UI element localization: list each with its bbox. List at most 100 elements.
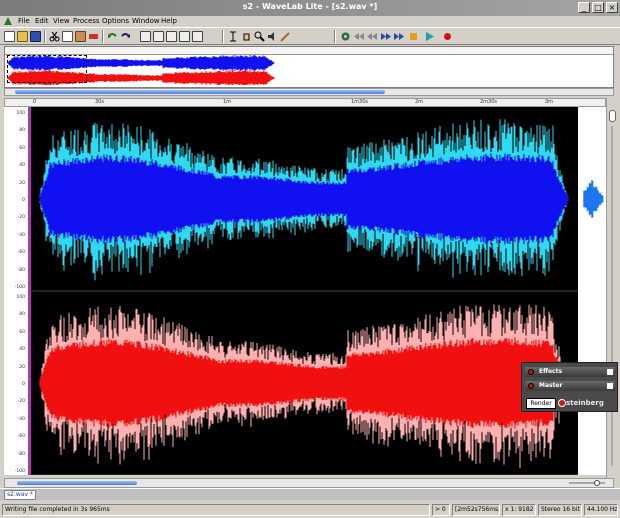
amplitude-label: -60 <box>17 434 25 440</box>
zoom-slider-icon[interactable] <box>567 480 607 486</box>
record-icon[interactable] <box>442 31 453 42</box>
amplitude-label: -80 <box>17 451 25 457</box>
amplitude-label: -20 <box>17 399 25 405</box>
audio-format: Stereo 16 bit <box>538 504 582 516</box>
master-power-icon[interactable] <box>528 383 534 389</box>
waveform-tail-panel <box>578 107 606 475</box>
marker-icon[interactable] <box>140 31 151 42</box>
overview-panel[interactable] <box>4 46 614 88</box>
ruler-label: 1m30s <box>351 99 369 105</box>
effects-power-icon[interactable] <box>528 369 534 375</box>
horizontal-scrollbar[interactable] <box>4 478 614 488</box>
waveform-canvas[interactable] <box>29 107 578 476</box>
gear-icon[interactable] <box>340 31 351 42</box>
rewind-icon[interactable] <box>367 31 378 42</box>
trim-icon[interactable] <box>88 31 99 42</box>
steinberg-logo-icon <box>558 399 566 407</box>
menu-options[interactable]: Options <box>102 17 129 25</box>
ruler-label: 1m <box>223 99 232 105</box>
amplitude-label: -60 <box>17 250 25 256</box>
waveform-view[interactable] <box>29 107 578 476</box>
vertical-scrollbar[interactable] <box>606 98 618 478</box>
left-channel-waveform[interactable] <box>29 119 578 292</box>
redo-icon[interactable] <box>120 31 131 42</box>
ruler-label: 2m30s <box>480 99 498 105</box>
overview-selection[interactable] <box>7 55 87 83</box>
overview-scrollbar[interactable] <box>4 88 614 96</box>
menu-window[interactable]: Window <box>132 17 160 25</box>
amplitude-label: -100 <box>14 285 25 290</box>
tab-s2-wav[interactable]: s2.wav * <box>4 490 36 500</box>
amplitude-label: 60 <box>19 145 25 151</box>
save-icon[interactable] <box>30 31 41 42</box>
crossfade-icon[interactable] <box>166 31 177 42</box>
zoom-factor: x 1: 9182 <box>502 504 536 516</box>
cut-icon[interactable] <box>49 31 60 42</box>
right-channel-waveform[interactable] <box>29 304 578 476</box>
overview-ruler <box>5 47 613 55</box>
amplitude-label: 0 <box>22 198 25 203</box>
overview-waveform[interactable] <box>5 55 613 85</box>
menu-view[interactable]: View <box>53 17 70 25</box>
maximize-button[interactable]: □ <box>592 2 604 13</box>
amplitude-label: -80 <box>17 267 25 273</box>
wavelab-app-icon[interactable] <box>4 17 12 25</box>
speaker-icon[interactable] <box>267 31 278 42</box>
horizontal-scroll-thumb[interactable] <box>17 481 137 485</box>
render-button[interactable]: Render <box>526 398 556 409</box>
menu-help[interactable]: Help <box>161 17 177 25</box>
region-icon[interactable] <box>153 31 164 42</box>
menu-edit[interactable]: Edit <box>35 17 49 25</box>
amplitude-label: 80 <box>19 128 25 134</box>
close-button[interactable]: × <box>606 2 618 13</box>
amplitude-label: 20 <box>19 180 25 186</box>
amplitude-label: -20 <box>17 215 25 221</box>
hand-icon[interactable] <box>241 31 252 42</box>
effects-toggle[interactable] <box>607 369 613 375</box>
master-toggle[interactable] <box>607 383 613 389</box>
cursor-position: > 0 <box>432 504 450 516</box>
amplitude-label: -40 <box>17 232 25 238</box>
copy-icon[interactable] <box>62 31 73 42</box>
snap-icon[interactable] <box>192 31 203 42</box>
document-tabs: s2.wav * <box>0 488 620 500</box>
time-ruler[interactable]: 0 30s 1m 1m30s 2m 2m30s 3m <box>4 98 606 107</box>
minimize-button[interactable]: _ <box>578 2 590 13</box>
rewind-start-icon[interactable] <box>354 31 365 42</box>
status-message: Writing file completed in 3s 965ms <box>2 504 430 516</box>
paste-icon[interactable] <box>75 31 86 42</box>
ruler-label: 0 <box>33 99 37 105</box>
status-bar: Writing file completed in 3s 965ms > 0 [… <box>0 502 620 518</box>
loop-icon[interactable] <box>179 31 190 42</box>
amplitude-label: 100 <box>16 111 25 116</box>
open-icon[interactable] <box>17 31 28 42</box>
amplitude-label: 100 <box>16 295 25 300</box>
pencil-icon[interactable] <box>280 31 291 42</box>
title-bar: s2 - WaveLab Lite - [s2.wav *] _ □ × <box>0 0 620 16</box>
amplitude-label: 0 <box>22 382 25 387</box>
playback-cursor[interactable] <box>29 107 31 475</box>
play-icon[interactable] <box>424 31 435 42</box>
effects-label: Effects <box>539 368 563 375</box>
new-icon[interactable] <box>4 31 15 42</box>
ruler-label: 2m <box>415 99 424 105</box>
undo-icon[interactable] <box>107 31 118 42</box>
ruler-label: 3m <box>545 99 554 105</box>
effects-row[interactable]: Effects <box>525 367 615 377</box>
amplitude-label: 20 <box>19 364 25 370</box>
menu-file[interactable]: File <box>18 17 30 25</box>
toolbar <box>0 27 620 45</box>
vertical-scroll-track[interactable] <box>611 126 613 466</box>
stop-icon[interactable] <box>408 31 419 42</box>
fast-forward-icon[interactable] <box>380 31 391 42</box>
select-icon[interactable] <box>228 31 239 42</box>
zoom-icon[interactable] <box>254 31 265 42</box>
master-label: Master <box>539 382 563 389</box>
vertical-zoom-icon[interactable] <box>609 110 616 122</box>
effects-panel[interactable]: Effects Master Render steinberg <box>521 362 618 412</box>
menu-process[interactable]: Process <box>73 17 100 25</box>
forward-end-icon[interactable] <box>393 31 404 42</box>
overview-scroll-thumb[interactable] <box>15 90 385 94</box>
master-row[interactable]: Master <box>525 381 615 391</box>
amplitude-label: -40 <box>17 416 25 422</box>
